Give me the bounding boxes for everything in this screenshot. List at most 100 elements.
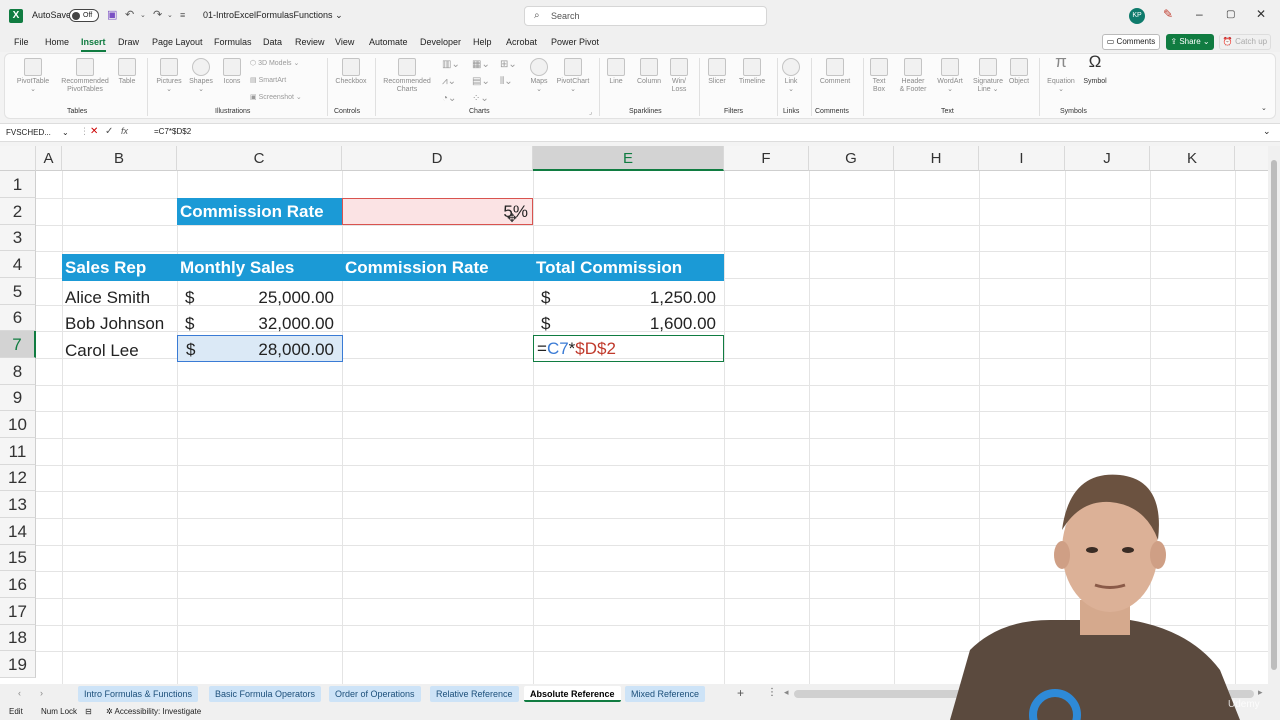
row-header-4[interactable]: 4 [0,251,36,278]
undo-icon[interactable]: ↶ [125,8,134,21]
maps-button[interactable]: Maps ⌄ [527,58,551,94]
redo-dropdown-icon[interactable]: ⌄ [167,11,173,19]
column-header-g[interactable]: G [809,146,894,171]
cell-c6-sales[interactable]: $ 32,000.00 [177,310,342,337]
share-button[interactable]: ⇪ Share ⌄ [1166,34,1214,50]
vertical-scrollbar[interactable] [1268,146,1280,684]
row-header-12[interactable]: 12 [0,465,36,491]
formula-input[interactable]: =C7*$D$2 [154,127,191,136]
sheet-tab-absolute-reference[interactable]: Absolute Reference [524,686,621,702]
header-sales-rep[interactable]: Sales Rep [65,254,146,281]
sheet-tab-basic-operators[interactable]: Basic Formula Operators [209,686,322,702]
comment-button[interactable]: Comment [815,58,855,86]
cell-d2-commission-rate-value[interactable]: 5% [342,198,533,225]
tab-view[interactable]: View [335,37,354,47]
column-header-l[interactable] [1235,146,1268,171]
more-sheets-icon[interactable]: ⋮ [767,687,777,698]
column-header-f[interactable]: F [724,146,809,171]
search-input[interactable]: ⌕ Search [524,6,767,26]
waterfall-chart-icon[interactable]: ⊞⌄ [500,59,517,70]
column-header-d[interactable]: D [342,146,533,171]
row-header-5[interactable]: 5 [0,278,36,305]
smartart-button[interactable]: ▤ SmartArt [250,76,286,84]
chevron-down-icon[interactable]: ⌄ [62,126,69,140]
sheet-tab-intro-formulas[interactable]: Intro Formulas & Functions [78,686,199,702]
sheet-prev-icon[interactable]: ‹ [18,688,21,698]
tab-file[interactable]: File [14,37,29,47]
tab-formulas[interactable]: Formulas [214,37,252,47]
insert-function-icon[interactable]: fx [121,126,128,136]
symbol-button[interactable]: Ω Symbol [1079,53,1111,86]
row-header-11[interactable]: 11 [0,438,36,465]
statistic-chart-icon[interactable]: ▤⌄ [472,76,490,87]
save-icon[interactable]: ▣ [107,8,117,21]
line-chart-icon[interactable]: ⩘⌄ [442,76,456,87]
tab-draw[interactable]: Draw [118,37,139,47]
cancel-icon[interactable]: ✕ [90,126,98,137]
expand-formula-bar-icon[interactable]: ⌄ [1263,126,1271,137]
row-header-2[interactable]: 2 [0,198,36,225]
macro-record-icon[interactable]: ⊟ [85,707,92,716]
pie-chart-icon[interactable]: ◔⌄ [442,93,456,104]
restore-icon[interactable]: ▢ [1226,9,1235,20]
column-header-e[interactable]: E [533,146,724,171]
cell-e6-commission[interactable]: $ 1,600.00 [533,310,724,337]
icons-button[interactable]: Icons [218,58,246,86]
row-header-13[interactable]: 13 [0,491,36,518]
slicer-button[interactable]: Slicer [705,58,729,86]
header-monthly-sales[interactable]: Monthly Sales [180,254,294,281]
row-header-7[interactable]: 7 [0,331,36,358]
shapes-button[interactable]: Shapes ⌄ [186,58,216,94]
column-header-c[interactable]: C [177,146,342,171]
text-box-button[interactable]: Text Box [867,58,891,94]
equation-button[interactable]: π Equation ⌄ [1043,53,1079,94]
row-header-17[interactable]: 17 [0,598,36,625]
row-header-16[interactable]: 16 [0,571,36,598]
cell-e7-formula-edit[interactable]: =C7*$D$2 [533,335,724,362]
row-header-14[interactable]: 14 [0,518,36,545]
scroll-left-icon[interactable]: ◂ [784,687,789,698]
select-all-corner[interactable] [0,146,36,171]
cell-c2-commission-rate-label[interactable]: Commission Rate [177,198,342,225]
customize-icon[interactable]: ≡ [180,10,185,20]
comments-button[interactable]: ▭ Comments [1102,34,1160,50]
cell-b5-rep[interactable]: Alice Smith [65,284,150,311]
accessibility-status[interactable]: ✲ Accessibility: Investigate [106,707,201,716]
cell-c5-sales[interactable]: $ 25,000.00 [177,284,342,311]
cell-e5-commission[interactable]: $ 1,250.00 [533,284,724,311]
charts-dialog-launcher-icon[interactable]: ⌟ [589,108,592,116]
tab-acrobat[interactable]: Acrobat [506,37,537,47]
column-header-j[interactable]: J [1065,146,1150,171]
name-box[interactable]: FVSCHED... ⌄ [6,126,72,140]
header-total-commission[interactable]: Total Commission [536,254,682,281]
vertical-scrollbar-thumb[interactable] [1271,160,1277,670]
tab-page-layout[interactable]: Page Layout [152,37,203,47]
redo-icon[interactable]: ↷ [153,8,162,21]
pivottable-button[interactable]: PivotTable ⌄ [13,58,53,94]
row-header-19[interactable]: 19 [0,651,36,678]
3d-models-button[interactable]: ⬡ 3D Models ⌄ [250,59,299,67]
checkbox-button[interactable]: Checkbox [331,58,371,86]
avatar[interactable]: KP [1129,8,1145,24]
row-header-15[interactable]: 15 [0,545,36,571]
wordart-button[interactable]: WordArt ⌄ [933,58,967,94]
cell-b7-rep[interactable]: Carol Lee [65,337,139,364]
sparkline-line-button[interactable]: Line [603,58,629,86]
row-header-9[interactable]: 9 [0,385,36,411]
signature-line-button[interactable]: Signature Line ⌄ [969,58,1007,94]
sheet-tab-order-of-operations[interactable]: Order of Operations [329,686,421,702]
tab-help[interactable]: Help [473,37,492,47]
row-header-1[interactable]: 1 [0,171,36,198]
header-footer-button[interactable]: Header & Footer [895,58,931,94]
pictures-button[interactable]: Pictures ⌄ [153,58,185,94]
column-header-b[interactable]: B [62,146,177,171]
pivotchart-button[interactable]: PivotChart ⌄ [553,58,593,94]
object-button[interactable]: Object [1005,58,1033,86]
ribbon-collapse-icon[interactable]: ⌄ [1261,104,1267,112]
column-header-i[interactable]: I [979,146,1065,171]
hierarchy-chart-icon[interactable]: ▦⌄ [472,59,490,70]
screenshot-button[interactable]: ▣ Screenshot ⌄ [250,93,302,101]
tab-automate[interactable]: Automate [369,37,408,47]
column-header-a[interactable]: A [36,146,62,171]
autosave-toggle[interactable]: Off [69,9,99,22]
